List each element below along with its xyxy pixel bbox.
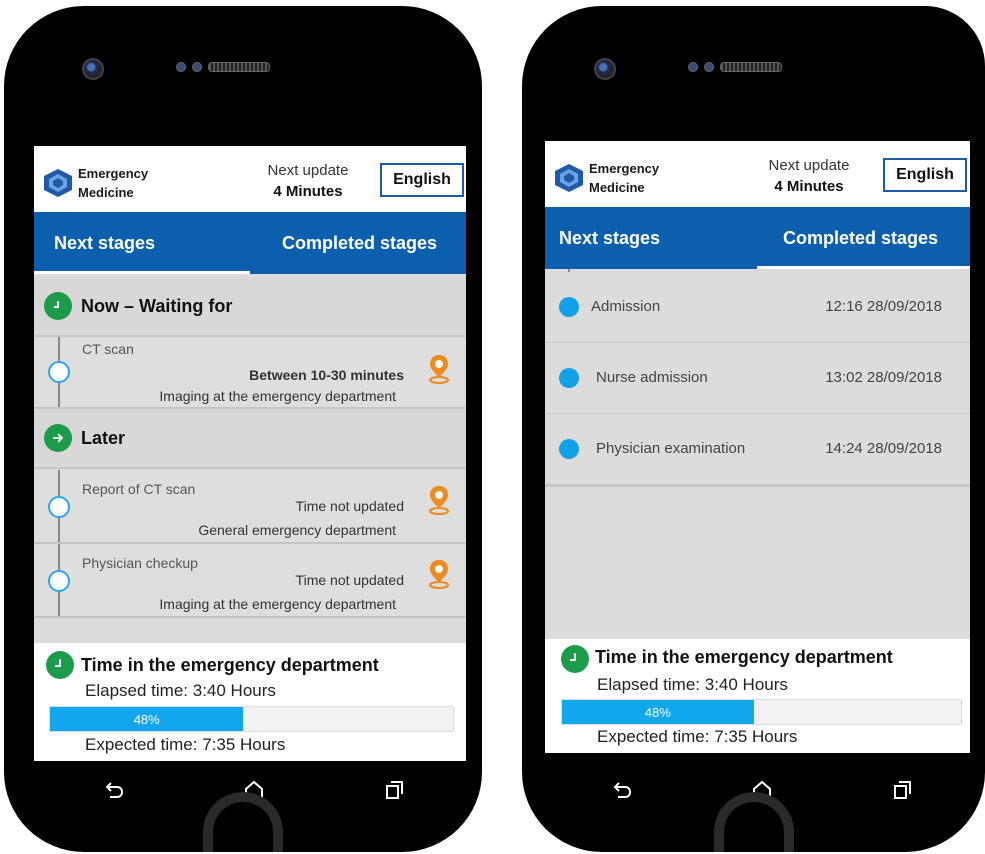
expected-label: Expected time: xyxy=(85,735,198,754)
elapsed-value: 3:40 Hours xyxy=(704,675,788,694)
next-update: Next update 4 Minutes xyxy=(759,157,859,195)
clock-icon xyxy=(561,645,589,673)
time-progress-bar: 48% xyxy=(49,706,454,732)
logo-line-1: Emergency xyxy=(78,166,149,181)
stage-tabs: Next stages Completed stages xyxy=(34,212,466,274)
stage-done-dot xyxy=(559,439,579,459)
time-progress-bar: 48% xyxy=(561,699,962,725)
hexagon-logo-icon xyxy=(44,169,72,197)
logo-line-2: Medicine xyxy=(589,180,645,195)
stage-node xyxy=(48,496,70,518)
front-camera-icon xyxy=(82,58,104,80)
back-icon[interactable] xyxy=(102,778,126,802)
tab-next-stages[interactable]: Next stages xyxy=(559,207,660,269)
progress-fill: 48% xyxy=(50,707,244,731)
tab-completed-stages[interactable]: Completed stages xyxy=(783,207,938,269)
app-logo: Emergency Medicine xyxy=(40,164,148,202)
stage-name: Physician checkup xyxy=(82,555,198,571)
active-tab-indicator xyxy=(34,271,250,274)
stage-location: Imaging at the emergency department xyxy=(159,388,396,404)
elapsed-label: Elapsed time: xyxy=(85,681,188,700)
stage-name: CT scan xyxy=(82,341,134,357)
app-screen-right: Emergency Medicine Next update 4 Minutes… xyxy=(545,141,970,753)
elapsed-label: Elapsed time: xyxy=(597,675,700,694)
stage-name: Admission xyxy=(591,298,661,315)
app-header: Emergency Medicine Next update 4 Minutes… xyxy=(545,141,970,207)
app-header: Emergency Medicine Next update 4 Minutes… xyxy=(34,146,466,212)
completed-row-admission[interactable]: Admission 12:16 28/09/2018 xyxy=(545,272,970,345)
time-summary-title: Time in the emergency department xyxy=(595,647,893,667)
hexagon-logo-icon xyxy=(555,164,583,192)
arrow-right-icon xyxy=(44,424,72,452)
stage-location: General emergency department xyxy=(198,522,396,538)
logo-line-1: Emergency xyxy=(589,161,660,176)
stage-time: 14:24 28/09/2018 xyxy=(825,440,942,457)
time-summary-panel: Time in the emergency department Elapsed… xyxy=(34,643,466,761)
clock-icon xyxy=(44,292,72,320)
stage-time: Between 10-30 minutes xyxy=(249,367,404,383)
next-update-value: 4 Minutes xyxy=(273,183,343,200)
speaker-grill-icon xyxy=(208,62,270,72)
active-tab-indicator xyxy=(757,266,970,269)
sensor-bar xyxy=(176,62,270,72)
app-screen-left: Emergency Medicine Next update 4 Minutes… xyxy=(34,146,466,761)
stage-name: Nurse admission xyxy=(596,369,708,386)
expected-value: 7:35 Hours xyxy=(714,727,798,746)
language-button[interactable]: English xyxy=(883,158,967,192)
stage-row-ct-scan[interactable]: CT scan Between 10-30 minutes Imaging at… xyxy=(34,337,466,409)
time-summary-panel: Time in the emergency department Elapsed… xyxy=(545,639,970,753)
next-update-label: Next update xyxy=(768,157,850,174)
later-heading-title: Later xyxy=(81,427,126,448)
stage-row-report-ct[interactable]: Report of CT scan Time not updated Gener… xyxy=(34,470,466,544)
logo-line-2: Medicine xyxy=(78,185,134,200)
clock-icon xyxy=(46,651,74,679)
recent-apps-icon[interactable] xyxy=(382,778,406,802)
app-logo: Emergency Medicine xyxy=(551,159,659,197)
elapsed-time: Elapsed time: 3:40 Hours xyxy=(85,681,276,701)
expected-time: Expected time: 7:35 Hours xyxy=(85,735,285,755)
front-camera-icon xyxy=(594,58,616,80)
stage-node xyxy=(48,361,70,383)
stage-time: 13:02 28/09/2018 xyxy=(825,369,942,386)
stage-node xyxy=(48,570,70,592)
phone-frame-right: Emergency Medicine Next update 4 Minutes… xyxy=(522,6,985,852)
expected-label: Expected time: xyxy=(597,727,710,746)
tab-next-stages[interactable]: Next stages xyxy=(54,212,155,274)
speaker-grill-icon xyxy=(720,62,782,72)
next-update-label: Next update xyxy=(267,162,349,179)
next-update-value: 4 Minutes xyxy=(774,178,844,195)
stage-time: Time not updated xyxy=(295,572,404,588)
time-summary-title: Time in the emergency department xyxy=(81,655,379,675)
location-pin-icon[interactable] xyxy=(426,558,452,590)
stage-tabs: Next stages Completed stages xyxy=(545,207,970,269)
stage-done-dot xyxy=(559,368,579,388)
sensor-bar xyxy=(688,62,782,72)
recent-apps-icon[interactable] xyxy=(890,778,914,802)
language-button[interactable]: English xyxy=(380,163,464,197)
completed-row-nurse-admission[interactable]: Nurse admission 13:02 28/09/2018 xyxy=(545,343,970,416)
expected-value: 7:35 Hours xyxy=(202,735,286,754)
back-icon[interactable] xyxy=(610,778,634,802)
stage-name: Report of CT scan xyxy=(82,481,196,497)
elapsed-time: Elapsed time: 3:40 Hours xyxy=(597,675,788,695)
stage-location: Imaging at the emergency department xyxy=(159,596,396,612)
stage-time: Time not updated xyxy=(295,498,404,514)
stage-row-physician-checkup[interactable]: Physician checkup Time not updated Imagi… xyxy=(34,544,466,618)
tab-completed-stages[interactable]: Completed stages xyxy=(282,212,437,274)
stage-name: Physician examination xyxy=(596,440,746,457)
completed-row-physician-examination[interactable]: Physician examination 14:24 28/09/2018 xyxy=(545,414,970,487)
stage-done-dot xyxy=(559,297,579,317)
elapsed-value: 3:40 Hours xyxy=(192,681,276,700)
expected-time: Expected time: 7:35 Hours xyxy=(597,727,797,747)
now-heading: Now – Waiting for xyxy=(34,277,466,337)
now-heading-title: Now – Waiting for xyxy=(81,295,233,316)
later-heading: Later xyxy=(34,409,466,469)
progress-fill: 48% xyxy=(562,700,754,724)
location-pin-icon[interactable] xyxy=(426,353,452,385)
location-pin-icon[interactable] xyxy=(426,484,452,516)
phone-frame-left: Emergency Medicine Next update 4 Minutes… xyxy=(4,6,482,852)
next-update: Next update 4 Minutes xyxy=(258,162,358,200)
stage-time: 12:16 28/09/2018 xyxy=(825,298,942,315)
